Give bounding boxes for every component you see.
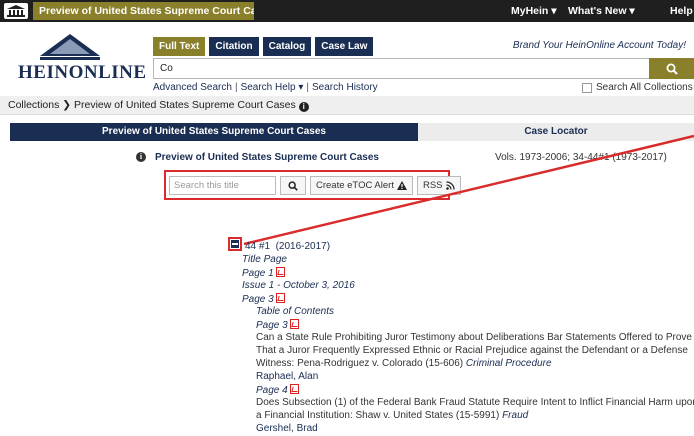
page-3b-label: Page 3 — [256, 320, 288, 331]
logo-pediment-icon — [40, 34, 100, 60]
whats-new-label: What's New — [568, 5, 627, 17]
breadcrumb-collections[interactable]: Collections — [8, 99, 59, 111]
article-2-topic[interactable]: Fraud — [502, 410, 528, 421]
article-1-line-2[interactable]: That a Juror Frequently Expressed Ethnic… — [256, 345, 688, 357]
breadcrumb-current: Preview of United States Supreme Court C… — [74, 99, 296, 111]
volume-number: 44 #1 — [245, 241, 271, 252]
home-icon[interactable] — [4, 3, 28, 19]
whats-new-menu[interactable]: What's New ▾ — [568, 0, 635, 22]
rss-button[interactable]: RSS — [416, 176, 461, 195]
advanced-search-link[interactable]: Advanced Search — [153, 82, 232, 93]
tab-full-text[interactable]: Full Text — [153, 37, 206, 56]
search-icon — [666, 63, 678, 75]
volume-node[interactable]: 44 #1 (2016-2017) — [245, 241, 330, 253]
pdf-icon[interactable] — [289, 319, 299, 329]
article-1-line-3[interactable]: Witness: Pena-Rodriguez v. Colorado (15-… — [256, 358, 552, 370]
search-all-checkbox[interactable] — [582, 82, 592, 93]
chevron-down-icon: ▾ — [548, 5, 557, 17]
rss-label: RSS — [422, 180, 443, 191]
article-2-line-2[interactable]: a Financial Institution: Shaw v. United … — [256, 410, 528, 422]
chevron-down-icon: ▾ — [295, 82, 304, 93]
toc-link[interactable]: Table of Contents — [256, 306, 334, 318]
volumes-range: Vols. 1973-2006; 34-44#1 (1973-2017) — [495, 152, 667, 163]
pdf-icon[interactable] — [275, 267, 285, 277]
info-icon[interactable]: i — [136, 152, 146, 162]
article-1-line-1[interactable]: Can a State Rule Prohibiting Juror Testi… — [256, 332, 692, 344]
search-history-link[interactable]: Search History — [312, 82, 378, 93]
top-bar: Preview of United States Supreme Court C… — [0, 0, 694, 22]
page-1-link[interactable]: Page 1 — [242, 267, 285, 280]
pdf-icon[interactable] — [275, 293, 285, 303]
search-all-label: Search All Collections — [596, 82, 693, 93]
help-label: Help — [670, 5, 693, 17]
search-title-input[interactable]: Search this title — [169, 176, 276, 195]
tab-case-law[interactable]: Case Law — [315, 37, 374, 56]
search-button[interactable] — [649, 58, 694, 79]
tab-catalog[interactable]: Catalog — [262, 37, 312, 56]
article-2-case: a Financial Institution: Shaw v. United … — [256, 410, 500, 421]
logo-text: HEINONLINE — [18, 62, 147, 83]
breadcrumb: Collections ❯ Preview of United States S… — [0, 96, 694, 115]
section-tabs: Preview of United States Supreme Court C… — [10, 123, 694, 141]
page-4-link[interactable]: Page 4 — [256, 384, 299, 397]
publication-title: Preview of United States Supreme Court C… — [155, 152, 379, 163]
collection-dropdown-label: Preview of United States Supreme Court C… — [39, 5, 254, 17]
volume-years: (2016-2017) — [275, 241, 331, 252]
author-2-link[interactable]: Gershel, Brad — [256, 423, 318, 435]
myhein-label: MyHein — [511, 5, 549, 17]
collapse-toggle[interactable] — [228, 237, 242, 251]
help-menu[interactable]: Help — [670, 0, 693, 22]
search-links: Advanced Search | Search Help ▾ | Search His… — [153, 82, 378, 93]
myhein-menu[interactable]: MyHein ▾ — [511, 0, 557, 22]
page-4-label: Page 4 — [256, 385, 288, 396]
pdf-icon[interactable] — [289, 384, 299, 394]
article-1-case: Witness: Pena-Rodriguez v. Colorado (15-… — [256, 358, 464, 369]
author-1-link[interactable]: Raphael, Alan — [256, 371, 318, 383]
chevron-right-icon: ❯ — [62, 99, 74, 111]
rss-icon — [445, 181, 455, 190]
page-1-label: Page 1 — [242, 268, 274, 279]
page-3-link[interactable]: Page 3 — [242, 293, 285, 306]
tab-preview-cases[interactable]: Preview of United States Supreme Court C… — [10, 123, 418, 141]
info-icon[interactable]: i — [298, 102, 309, 112]
chevron-down-icon: ▾ — [626, 5, 635, 17]
heinonline-logo[interactable]: HEINONLINE — [18, 34, 146, 86]
article-1-topic[interactable]: Criminal Procedure — [466, 358, 552, 369]
etoc-label: Create eTOC Alert — [316, 180, 394, 191]
search-type-tabs: Full Text Citation Catalog Case Law — [153, 37, 374, 56]
page-3b-link[interactable]: Page 3 — [256, 319, 299, 332]
collection-dropdown[interactable]: Preview of United States Supreme Court C… — [33, 2, 254, 20]
tab-case-locator[interactable]: Case Locator — [418, 123, 694, 141]
article-2-line-1[interactable]: Does Subsection (1) of the Federal Bank … — [256, 397, 694, 409]
page-3-label: Page 3 — [242, 294, 274, 305]
brand-account-link[interactable]: Brand Your HeinOnline Account Today! — [513, 40, 686, 51]
issue-1-link[interactable]: Issue 1 - October 3, 2016 — [242, 280, 355, 292]
tab-citation[interactable]: Citation — [209, 37, 259, 56]
search-title-button[interactable] — [280, 176, 306, 195]
search-input[interactable]: Co — [153, 58, 676, 79]
search-all-collections[interactable]: Search All Collections — [582, 82, 693, 93]
title-row: i Preview of United States Supreme Court… — [0, 152, 694, 166]
title-tools-highlight: Search this title Create eTOC Alert RSS — [164, 170, 461, 200]
search-help-link[interactable]: Search Help — [241, 82, 296, 93]
warning-icon — [396, 181, 407, 190]
minus-icon — [231, 240, 239, 248]
create-etoc-alert-button[interactable]: Create eTOC Alert — [310, 176, 413, 195]
title-page-link[interactable]: Title Page — [242, 254, 287, 266]
search-icon — [288, 180, 298, 191]
